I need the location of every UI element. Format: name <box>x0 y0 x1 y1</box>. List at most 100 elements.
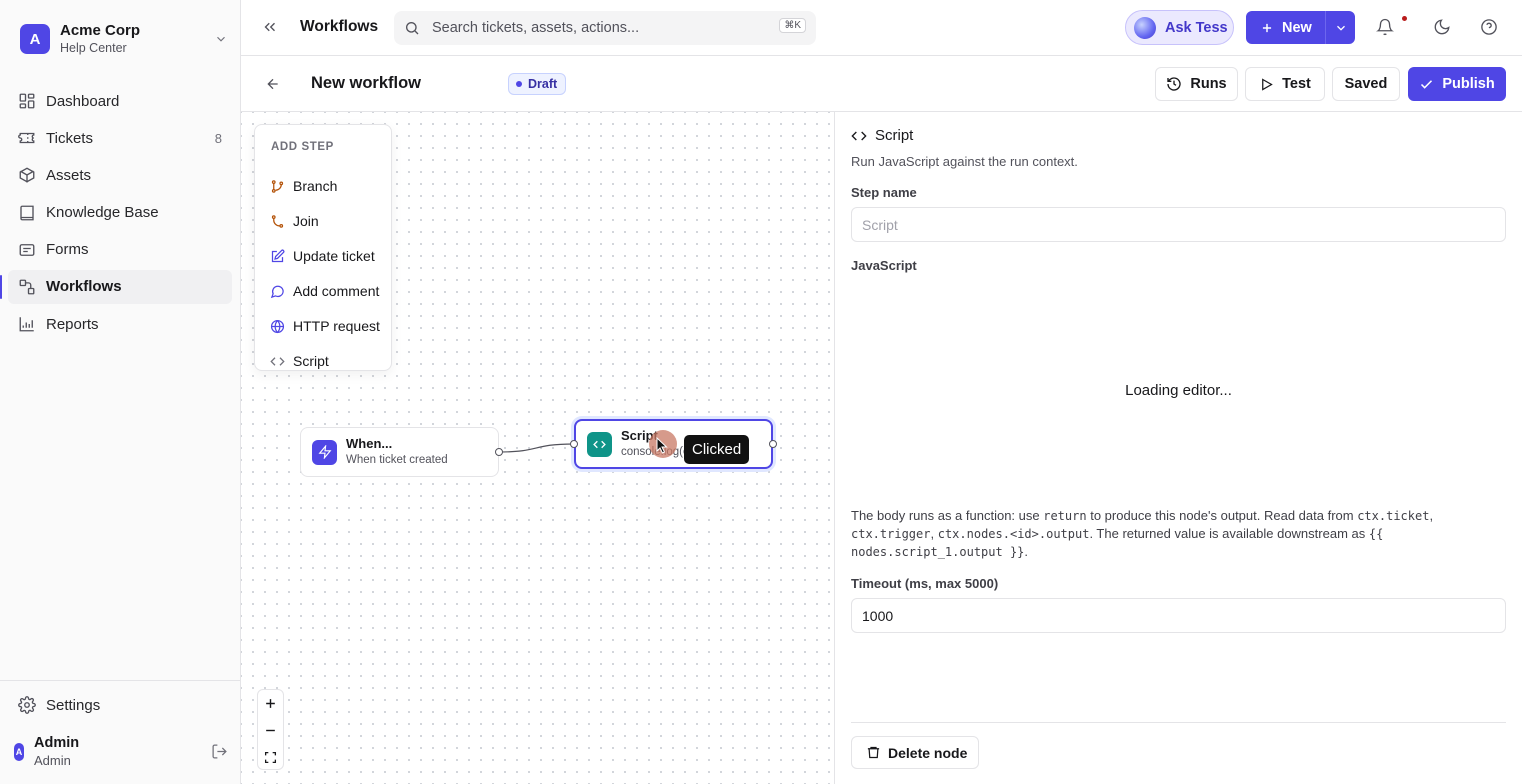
ask-tess-label: Ask Tess <box>1165 19 1228 36</box>
logout-icon[interactable] <box>211 743 228 760</box>
runs-button[interactable]: Runs <box>1155 67 1238 101</box>
workflow-header: New workflow Draft Runs Test Saved Publi… <box>241 56 1522 112</box>
sidebar-item-reports[interactable]: Reports <box>8 307 232 341</box>
zoom-controls <box>257 689 284 770</box>
publish-label: Publish <box>1442 76 1495 92</box>
panel-divider <box>851 722 1506 723</box>
search-placeholder: Search tickets, assets, actions... <box>432 20 640 36</box>
help-text-part: The body runs as a function: use <box>851 508 1044 523</box>
play-icon <box>1259 77 1274 92</box>
form-icon <box>18 241 36 259</box>
help-icon[interactable] <box>1480 18 1498 36</box>
assistant-orb-icon <box>1134 16 1156 39</box>
gear-icon <box>18 696 36 714</box>
output-handle[interactable] <box>769 440 777 448</box>
node-subtitle: When ticket created <box>346 454 448 466</box>
sidebar-item-forms[interactable]: Forms <box>8 233 232 267</box>
panel-title: Script <box>851 127 913 144</box>
code-editor[interactable]: Loading editor... <box>851 280 1506 500</box>
runs-label: Runs <box>1190 76 1227 92</box>
help-text-part: to produce this node's output. Read data… <box>1086 508 1358 523</box>
avatar: A <box>14 742 24 761</box>
search-icon <box>404 20 420 36</box>
trash-icon <box>866 745 881 760</box>
code-snippet: ctx.nodes.<id>.output <box>937 527 1090 541</box>
panel-title-label: Script <box>875 127 914 144</box>
sidebar-nav: Dashboard Tickets 8 Assets Knowledge Bas… <box>0 84 232 344</box>
trigger-node[interactable]: When... When ticket created <box>300 427 499 477</box>
ticket-count-badge: 8 <box>214 130 222 146</box>
book-icon <box>18 204 36 222</box>
editor-loading-text: Loading editor... <box>1125 381 1232 399</box>
sidebar-item-label: Workflows <box>46 278 122 296</box>
step-name-placeholder: Script <box>862 216 898 233</box>
chevron-down-icon <box>214 32 228 46</box>
sidebar-item-knowledge-base[interactable]: Knowledge Base <box>8 196 232 230</box>
code-snippet: ctx.ticket <box>1357 509 1430 523</box>
delete-node-button[interactable]: Delete node <box>851 736 979 769</box>
workflow-title: New workflow <box>311 74 422 92</box>
test-label: Test <box>1282 76 1311 92</box>
zoom-in-button[interactable] <box>258 690 283 717</box>
new-dropdown-button[interactable] <box>1326 21 1355 35</box>
sidebar-item-settings[interactable]: Settings <box>18 696 100 714</box>
sidebar-item-label: Dashboard <box>46 92 120 110</box>
check-icon <box>1419 77 1434 92</box>
new-button-group: New <box>1246 11 1355 44</box>
sidebar-item-label: Knowledge Base <box>46 204 159 222</box>
sidebar-item-workflows[interactable]: Workflows <box>0 269 232 304</box>
settings-label: Settings <box>46 696 101 714</box>
sidebar: A Acme Corp Help Center Dashboard Ticket… <box>0 0 241 784</box>
new-button-label: New <box>1282 19 1312 36</box>
help-text-part: . The returned value is available downst… <box>1089 526 1369 541</box>
sidebar-item-tickets[interactable]: Tickets 8 <box>8 121 232 155</box>
moon-icon[interactable] <box>1433 18 1451 36</box>
collapse-sidebar-icon[interactable] <box>261 18 279 36</box>
timeout-label: Timeout (ms, max 5000) <box>851 576 999 591</box>
code-snippet: return <box>1043 509 1087 523</box>
input-handle[interactable] <box>570 440 578 448</box>
fullscreen-icon <box>264 751 277 764</box>
org-switcher[interactable]: A Acme Corp Help Center <box>20 22 228 56</box>
publish-button[interactable]: Publish <box>1408 67 1506 101</box>
sidebar-item-dashboard[interactable]: Dashboard <box>8 84 232 118</box>
plus-icon <box>266 699 275 708</box>
history-icon <box>1166 76 1182 92</box>
search-shortcut: ⌘K <box>779 18 806 33</box>
sidebar-divider <box>0 680 240 681</box>
new-button[interactable]: New <box>1246 11 1326 44</box>
grid-icon <box>18 92 36 110</box>
page-title: Workflows <box>300 18 379 35</box>
code-snippet: ctx.trigger <box>851 527 931 541</box>
code-icon <box>851 128 867 144</box>
script-help-text: The body runs as a function: use return … <box>851 507 1481 561</box>
step-name-label: Step name <box>851 185 917 200</box>
back-arrow-icon[interactable] <box>265 76 281 92</box>
status-dot <box>516 81 522 87</box>
ask-tess-button[interactable]: Ask Tess <box>1125 10 1234 45</box>
ticket-icon <box>18 129 36 147</box>
step-name-input[interactable]: Script <box>851 207 1506 242</box>
user-role: Admin <box>34 753 71 768</box>
chevron-down-icon <box>1334 21 1348 35</box>
timeout-input[interactable]: 1000 <box>851 598 1506 633</box>
search-input[interactable]: Search tickets, assets, actions... ⌘K <box>394 11 816 45</box>
timeout-value: 1000 <box>862 607 894 624</box>
panel-description: Run JavaScript against the run context. <box>851 154 1078 169</box>
user-name: Admin <box>34 735 80 751</box>
cursor-icon <box>656 437 668 454</box>
org-logo: A <box>20 24 50 54</box>
zoom-out-button[interactable] <box>258 717 283 744</box>
code-icon <box>587 431 612 457</box>
fit-view-button[interactable] <box>258 744 283 771</box>
output-handle[interactable] <box>495 448 503 456</box>
click-tooltip: Clicked <box>684 435 750 464</box>
bell-icon[interactable] <box>1376 18 1394 36</box>
workflow-canvas[interactable]: ADD STEP Branch Join Update ticket Add c… <box>241 112 835 784</box>
node-title: When... <box>346 436 393 451</box>
saved-button[interactable]: Saved <box>1332 67 1400 101</box>
test-button[interactable]: Test <box>1245 67 1325 101</box>
sidebar-item-assets[interactable]: Assets <box>8 158 232 192</box>
chart-icon <box>18 315 36 333</box>
node-settings-panel: Script Run JavaScript against the run co… <box>835 112 1522 784</box>
